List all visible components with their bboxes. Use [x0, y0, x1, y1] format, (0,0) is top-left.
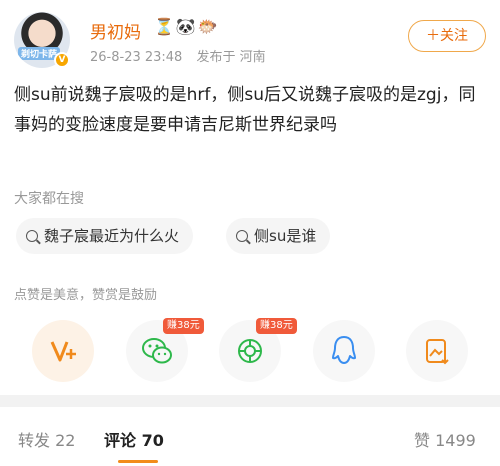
search-chip-label: 侧su是谁 [254, 227, 317, 245]
section-divider [0, 395, 500, 407]
follow-button[interactable]: ＋关注 [408, 20, 486, 52]
post-meta: 26-8-23 23:48 发布于 河南 [90, 46, 276, 65]
save-image-icon [426, 339, 449, 365]
post-tabs: 转发 22 评论 70 赞 1499 [0, 407, 500, 466]
qq-icon [332, 336, 356, 364]
post-time: 26-8-23 23:48 [90, 50, 183, 65]
post-location: 发布于 河南 [196, 50, 266, 65]
search-chip-label: 魏子宸最近为什么火 [44, 227, 180, 245]
user-badges[interactable]: ⏳🐼🐡 [154, 17, 220, 36]
share-qq-button[interactable] [313, 320, 375, 382]
search-icon [236, 230, 248, 242]
save-image-button[interactable] [406, 320, 468, 382]
tab-comment[interactable]: 评论 70 [104, 427, 164, 451]
username[interactable]: 男初妈 [90, 18, 141, 43]
reward-button[interactable] [32, 320, 94, 382]
search-icon [26, 230, 38, 242]
trending-search-title: 大家都在搜 [14, 191, 84, 207]
reward-bubble-moments: 赚38元 [256, 318, 297, 334]
search-chip-2[interactable]: 侧su是谁 [226, 218, 331, 254]
reward-hint: 点赞是美意，赞赏是鼓励 [14, 288, 158, 303]
post-header: 剃切卡萨 V 男初妈 ⏳🐼🐡 26-8-23 23:48 发布于 河南 ＋关注 [14, 8, 486, 70]
moments-icon [238, 339, 262, 363]
tab-like[interactable]: 赞 1499 [414, 427, 476, 451]
wechat-icon [142, 338, 172, 364]
reward-bubble-wechat: 赚38元 [163, 318, 204, 334]
tab-repost[interactable]: 转发 22 [18, 427, 75, 451]
search-chip-1[interactable]: 魏子宸最近为什么火 [16, 218, 194, 254]
reward-icon [50, 341, 76, 362]
active-tab-indicator [118, 460, 158, 463]
verified-badge-icon: V [54, 52, 70, 68]
post-text: 侧su前说魏子宸吸的是hrf，侧su后又说魏子宸吸的是zgj，同事妈的变脸速度是… [14, 85, 476, 135]
